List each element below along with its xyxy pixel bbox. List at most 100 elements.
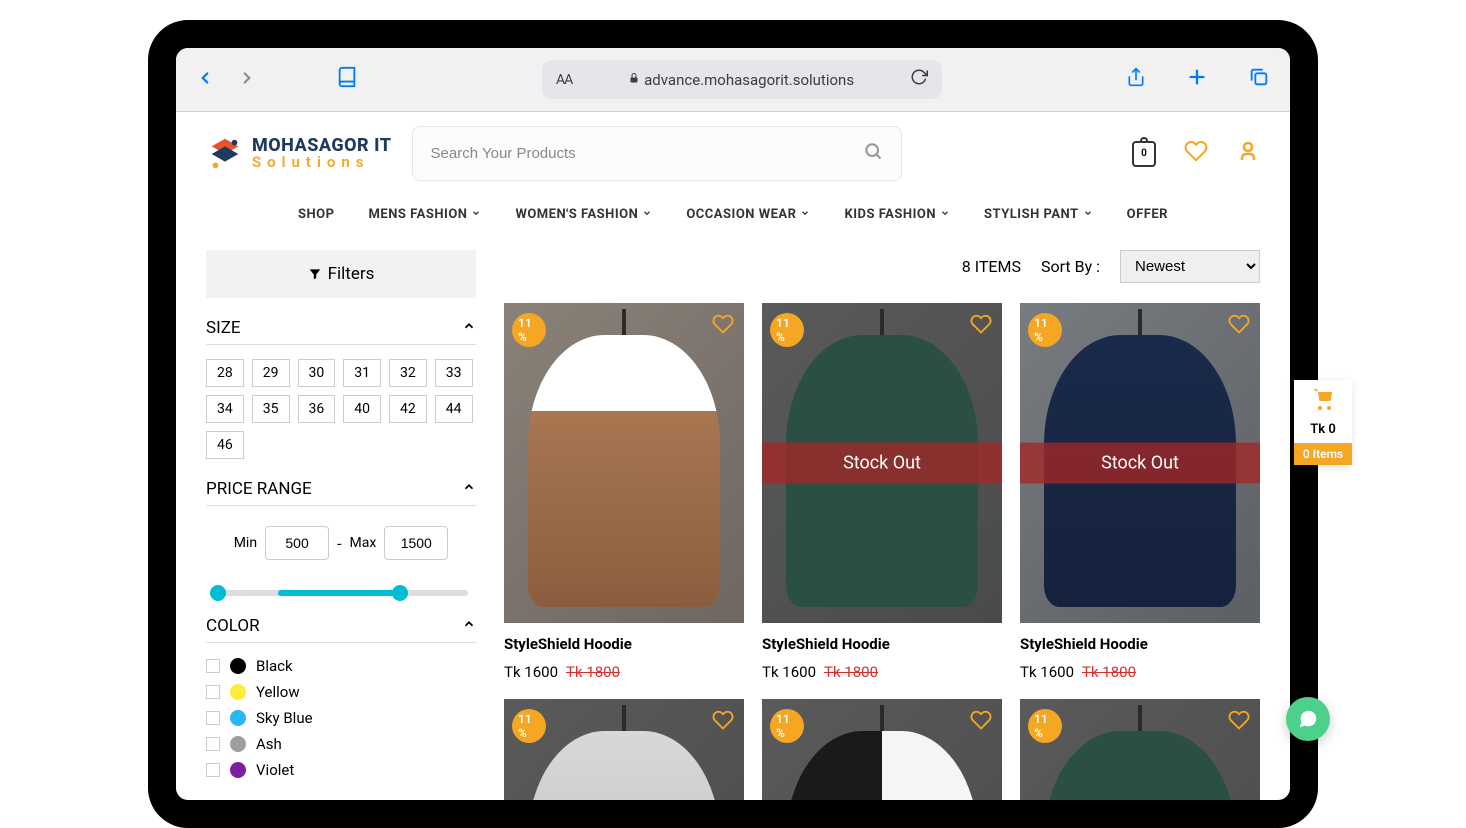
nav-item[interactable]: WOMEN'S FASHION bbox=[515, 207, 652, 222]
logo[interactable]: MOHASAGOR IT Solutions bbox=[206, 135, 392, 173]
size-option[interactable]: 32 bbox=[389, 359, 427, 387]
size-filter-header[interactable]: SIZE bbox=[206, 318, 476, 345]
color-option[interactable]: Violet bbox=[206, 761, 476, 779]
price-filter-header[interactable]: PRICE RANGE bbox=[206, 479, 476, 506]
color-checkbox[interactable] bbox=[206, 711, 220, 725]
slider-min-handle[interactable] bbox=[210, 585, 226, 601]
products-toolbar: 8 ITEMS Sort By : Newest bbox=[504, 250, 1260, 283]
wishlist-heart-icon[interactable] bbox=[1228, 313, 1250, 341]
discount-badge: 11 % bbox=[512, 709, 546, 743]
color-swatch bbox=[230, 684, 246, 700]
color-option[interactable]: Ash bbox=[206, 735, 476, 753]
size-option[interactable]: 33 bbox=[435, 359, 473, 387]
cart-bag-icon[interactable]: 0 bbox=[1132, 141, 1156, 167]
wishlist-heart-icon[interactable] bbox=[1228, 709, 1250, 737]
size-option[interactable]: 28 bbox=[206, 359, 244, 387]
nav-item[interactable]: OCCASION WEAR bbox=[686, 207, 810, 222]
url-bar[interactable]: AA advance.mohasagorit.solutions bbox=[542, 60, 942, 99]
filters-sidebar: Filters SIZE 28293031323334353640424446 … bbox=[206, 250, 476, 800]
search-bar[interactable] bbox=[412, 126, 902, 181]
cart-items-count: 0 Items bbox=[1294, 443, 1352, 465]
wishlist-heart-icon[interactable] bbox=[970, 709, 992, 737]
nav-item[interactable]: MENS FASHION bbox=[369, 207, 482, 222]
floating-cart[interactable]: Tk 0 0 Items bbox=[1294, 380, 1352, 465]
color-option[interactable]: Sky Blue bbox=[206, 709, 476, 727]
chat-icon bbox=[1297, 708, 1319, 730]
product-card[interactable]: 11 % bbox=[762, 699, 1002, 800]
nav-label: STYLISH PANT bbox=[984, 207, 1079, 222]
price-current: Tk 1600 bbox=[762, 663, 816, 681]
color-name: Sky Blue bbox=[256, 709, 313, 727]
size-option[interactable]: 29 bbox=[252, 359, 290, 387]
product-prices: Tk 1600Tk 1800 bbox=[504, 663, 744, 681]
product-card[interactable]: 11 % bbox=[504, 699, 744, 800]
product-card[interactable]: 11 %StyleShield HoodieTk 1600Tk 1800 bbox=[504, 303, 744, 681]
wishlist-icon[interactable] bbox=[1184, 139, 1208, 169]
wishlist-heart-icon[interactable] bbox=[712, 313, 734, 341]
product-prices: Tk 1600Tk 1800 bbox=[762, 663, 1002, 681]
product-card[interactable]: 11 %Stock OutStyleShield HoodieTk 1600Tk… bbox=[1020, 303, 1260, 681]
size-option[interactable]: 36 bbox=[298, 395, 336, 423]
color-name: Violet bbox=[256, 761, 294, 779]
min-price-input[interactable] bbox=[265, 526, 329, 560]
bookmarks-icon[interactable] bbox=[336, 66, 358, 93]
sort-select[interactable]: Newest bbox=[1120, 250, 1260, 283]
product-title: StyleShield Hoodie bbox=[1020, 635, 1260, 653]
tabs-icon[interactable] bbox=[1248, 66, 1270, 93]
product-image: 11 % bbox=[504, 303, 744, 623]
nav-item[interactable]: SHOP bbox=[298, 207, 335, 222]
size-option[interactable]: 46 bbox=[206, 431, 244, 459]
nav-item[interactable]: KIDS FASHION bbox=[844, 207, 950, 222]
stock-out-badge: Stock Out bbox=[762, 443, 1002, 484]
size-option[interactable]: 31 bbox=[343, 359, 381, 387]
size-option[interactable]: 44 bbox=[435, 395, 473, 423]
color-filter-header[interactable]: COLOR bbox=[206, 616, 476, 643]
size-option[interactable]: 40 bbox=[343, 395, 381, 423]
product-card[interactable]: 11 %Stock OutStyleShield HoodieTk 1600Tk… bbox=[762, 303, 1002, 681]
size-option[interactable]: 35 bbox=[252, 395, 290, 423]
site-header: MOHASAGOR IT Solutions 0 bbox=[176, 112, 1290, 195]
size-option[interactable]: 30 bbox=[298, 359, 336, 387]
color-title: COLOR bbox=[206, 616, 260, 636]
size-option[interactable]: 42 bbox=[389, 395, 427, 423]
funnel-icon bbox=[308, 267, 322, 281]
max-price-input[interactable] bbox=[384, 526, 448, 560]
reload-icon[interactable] bbox=[910, 68, 928, 91]
browser-back-button[interactable] bbox=[196, 68, 214, 92]
color-checkbox[interactable] bbox=[206, 737, 220, 751]
color-swatch bbox=[230, 658, 246, 674]
chevron-down-icon bbox=[800, 208, 810, 221]
discount-badge: 11 % bbox=[512, 313, 546, 347]
color-checkbox[interactable] bbox=[206, 659, 220, 673]
nav-item[interactable]: OFFER bbox=[1127, 207, 1168, 222]
search-input[interactable] bbox=[431, 145, 863, 162]
product-card[interactable]: 11 % bbox=[1020, 699, 1260, 800]
color-checkbox[interactable] bbox=[206, 685, 220, 699]
wishlist-heart-icon[interactable] bbox=[712, 709, 734, 737]
search-icon[interactable] bbox=[863, 141, 883, 166]
slider-max-handle[interactable] bbox=[392, 585, 408, 601]
chat-button[interactable] bbox=[1286, 697, 1330, 741]
user-account-icon[interactable] bbox=[1236, 139, 1260, 169]
browser-forward-button[interactable] bbox=[238, 68, 256, 92]
url-text: advance.mohasagorit.solutions bbox=[644, 71, 854, 89]
logo-subtitle: Solutions bbox=[252, 155, 392, 170]
wishlist-heart-icon[interactable] bbox=[970, 313, 992, 341]
color-option[interactable]: Yellow bbox=[206, 683, 476, 701]
color-option[interactable]: Black bbox=[206, 657, 476, 675]
size-option[interactable]: 34 bbox=[206, 395, 244, 423]
nav-item[interactable]: STYLISH PANT bbox=[984, 207, 1093, 222]
filters-label: Filters bbox=[328, 264, 375, 284]
chevron-down-icon bbox=[471, 208, 481, 221]
browser-toolbar: AA advance.mohasagorit.solutions bbox=[176, 48, 1290, 112]
color-name: Ash bbox=[256, 735, 282, 753]
filters-button[interactable]: Filters bbox=[206, 250, 476, 298]
share-icon[interactable] bbox=[1126, 66, 1146, 93]
new-tab-icon[interactable] bbox=[1186, 66, 1208, 93]
size-title: SIZE bbox=[206, 318, 241, 338]
color-swatch bbox=[230, 710, 246, 726]
text-size-button[interactable]: AA bbox=[556, 72, 572, 88]
items-count: 8 ITEMS bbox=[962, 257, 1021, 276]
color-checkbox[interactable] bbox=[206, 763, 220, 777]
price-slider[interactable] bbox=[214, 590, 468, 596]
